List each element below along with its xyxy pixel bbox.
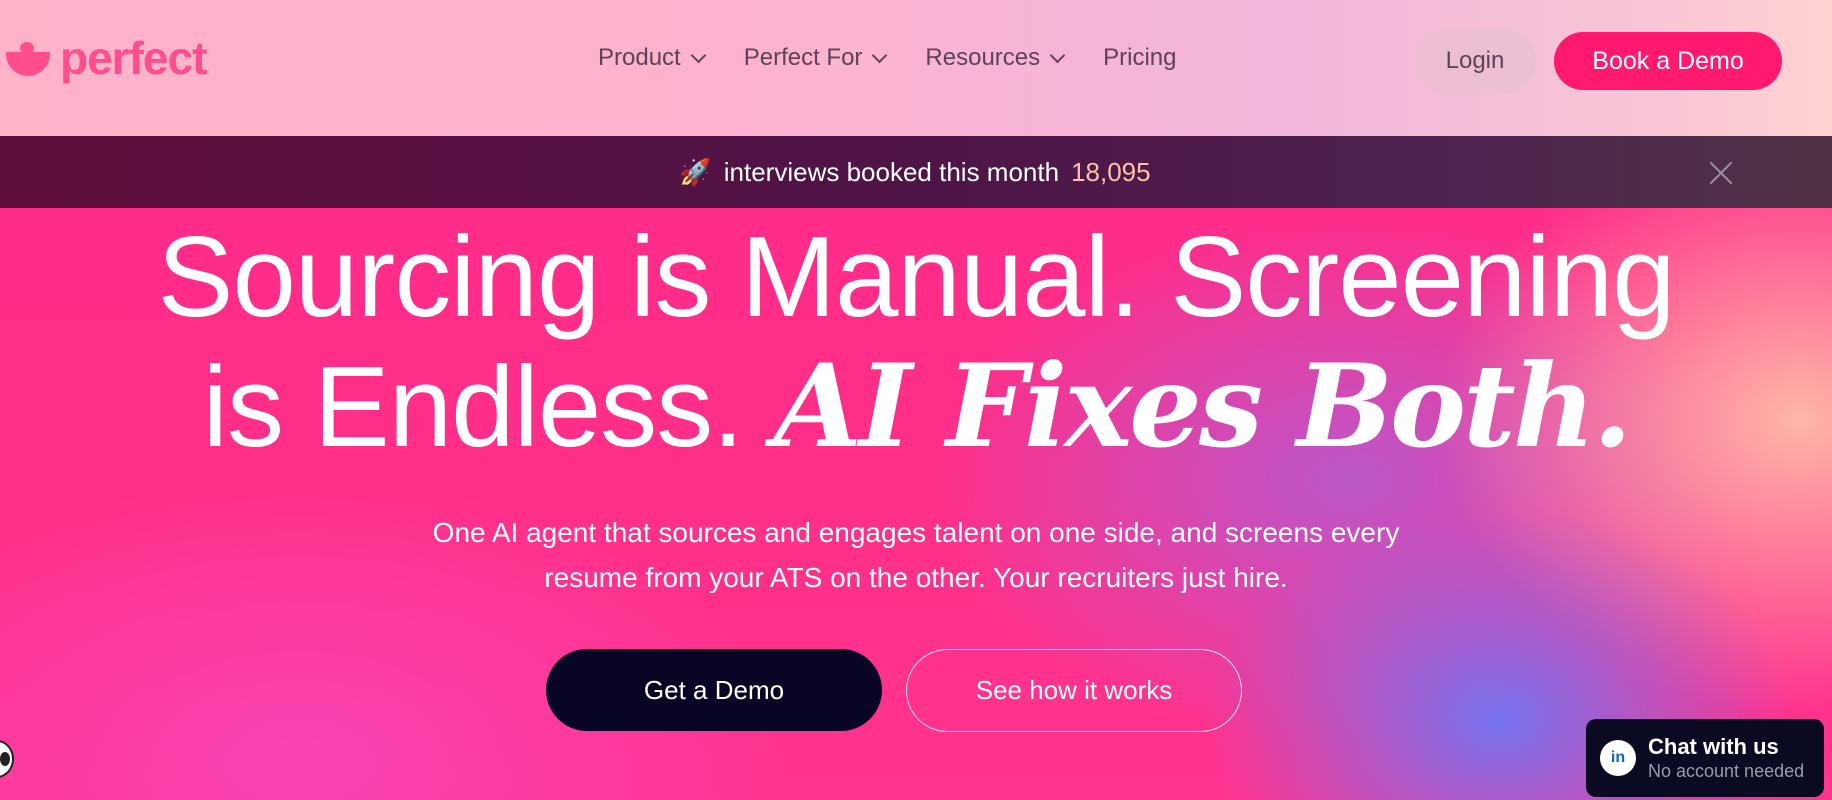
nav-item-pricing[interactable]: Pricing (1103, 44, 1176, 72)
logo-mark-icon (4, 38, 52, 78)
site-header: perfect Product Perfect For Resources Pr… (0, 0, 1832, 136)
announcement-banner: 🚀 interviews booked this month 18,095 (0, 136, 1832, 208)
accessibility-badge-icon[interactable] (0, 740, 14, 778)
logo-text: perfect (60, 32, 207, 84)
hero-subtitle-line2: resume from your ATS on the other. Your … (544, 562, 1288, 593)
chevron-down-icon (872, 47, 888, 63)
hero-title-line2: is Endless. (202, 344, 744, 471)
main-nav: Product Perfect For Resources Pricing (598, 44, 1177, 72)
page: perfect Product Perfect For Resources Pr… (0, 0, 1832, 800)
hero-title-line1: Sourcing is Manual. Screening (157, 214, 1675, 341)
close-icon[interactable] (1708, 160, 1734, 186)
hero-title-italic: AI Fixes Both. (773, 339, 1633, 473)
chevron-down-icon (1049, 47, 1066, 63)
banner-text: interviews booked this month (723, 156, 1060, 187)
nav-item-product[interactable]: Product (598, 44, 706, 72)
hero-title: Sourcing is Manual. Screening is Endless… (0, 214, 1832, 472)
chat-widget[interactable]: in Chat with us No account needed (1586, 719, 1824, 797)
nav-item-label: Perfect For (743, 44, 863, 71)
hero-subtitle: One AI agent that sources and engages ta… (316, 510, 1516, 600)
linkedin-icon: in (1600, 740, 1636, 776)
logo[interactable]: perfect (4, 32, 207, 84)
banner-count: 18,095 (1071, 156, 1151, 187)
chevron-down-icon (690, 47, 706, 63)
nav-item-perfect-for[interactable]: Perfect For (743, 44, 888, 72)
book-demo-button[interactable]: Book a Demo (1554, 32, 1782, 90)
get-demo-button[interactable]: Get a Demo (546, 649, 882, 731)
nav-item-label: Resources (925, 44, 1041, 71)
login-button[interactable]: Login (1414, 28, 1536, 94)
see-how-it-works-button[interactable]: See how it works (906, 649, 1242, 732)
nav-item-label: Product (598, 44, 681, 71)
nav-item-resources[interactable]: Resources (925, 44, 1066, 72)
nav-item-label: Pricing (1103, 44, 1177, 71)
hero-subtitle-line1: One AI agent that sources and engages ta… (432, 517, 1400, 548)
rocket-icon: 🚀 (679, 157, 712, 187)
chat-title: Chat with us (1648, 734, 1779, 759)
chat-subtitle: No account needed (1648, 761, 1805, 781)
